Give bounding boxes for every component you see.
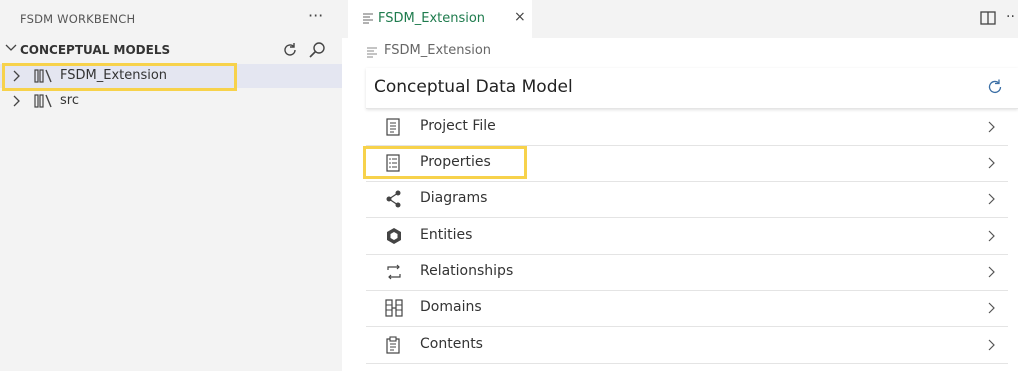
cube-icon bbox=[387, 228, 401, 244]
section-title: CONCEPTUAL MODELS bbox=[20, 43, 171, 57]
refresh-icon[interactable] bbox=[986, 78, 1004, 96]
tab-bar: FSDM_Extension × ·· bbox=[342, 0, 1018, 38]
tree-item-src[interactable]: src bbox=[0, 89, 342, 113]
list-item-label: Project File bbox=[420, 118, 496, 134]
chevron-right-icon bbox=[988, 121, 995, 133]
list-item-project-file[interactable]: Project File bbox=[366, 109, 1008, 146]
tree-item-fsdm-extension[interactable]: FSDM_Extension bbox=[0, 64, 342, 88]
ellipsis-icon[interactable]: ··· bbox=[308, 6, 323, 25]
document-icon bbox=[386, 118, 400, 136]
chevron-right-icon bbox=[988, 193, 995, 205]
list-item-label: Properties bbox=[420, 154, 491, 170]
chevron-right-icon[interactable] bbox=[12, 70, 22, 82]
close-icon[interactable]: × bbox=[514, 9, 526, 25]
list-item-diagrams[interactable]: Diagrams bbox=[366, 181, 1008, 218]
list-item-label: Domains bbox=[420, 299, 482, 315]
relationship-arrows-icon bbox=[387, 264, 401, 280]
list-item-entities[interactable]: Entities bbox=[366, 218, 1008, 255]
chevron-right-icon bbox=[988, 339, 995, 351]
library-icon bbox=[34, 94, 52, 108]
chevron-right-icon bbox=[988, 230, 995, 242]
chevron-right-icon bbox=[988, 157, 995, 169]
chevron-right-icon[interactable] bbox=[12, 95, 22, 107]
chevron-right-icon bbox=[988, 302, 995, 314]
clipboard-icon bbox=[386, 336, 400, 354]
tab-fsdm-extension[interactable]: FSDM_Extension × bbox=[348, 0, 532, 38]
list-item-label: Diagrams bbox=[420, 190, 488, 206]
page-title: Conceptual Data Model bbox=[374, 77, 573, 97]
tree-item-label: src bbox=[60, 93, 79, 108]
list-item-label: Contents bbox=[420, 336, 483, 352]
panel-header: Conceptual Data Model bbox=[366, 68, 1018, 109]
chevron-down-icon[interactable] bbox=[5, 42, 17, 54]
list-item-label: Entities bbox=[420, 227, 473, 243]
lines-icon bbox=[367, 47, 377, 58]
list-item-relationships[interactable]: Relationships bbox=[366, 254, 1008, 291]
sidebar-title: FSDM WORKBENCH bbox=[20, 12, 136, 26]
domain-grid-icon bbox=[385, 299, 403, 317]
tree-item-label: FSDM_Extension bbox=[60, 68, 168, 83]
split-editor-icon[interactable] bbox=[980, 10, 996, 26]
list-item-properties[interactable]: Properties bbox=[366, 145, 1008, 182]
list-item-label: Relationships bbox=[420, 263, 514, 279]
search-icon[interactable] bbox=[308, 41, 326, 59]
breadcrumb-label: FSDM_Extension bbox=[384, 43, 492, 58]
refresh-icon[interactable] bbox=[281, 41, 299, 59]
library-icon bbox=[34, 69, 52, 83]
list-item-domains[interactable]: Domains bbox=[366, 290, 1008, 327]
explorer-sidebar: FSDM WORKBENCH ··· CONCEPTUAL MODELS FSD… bbox=[0, 0, 342, 371]
list-icon bbox=[386, 154, 400, 172]
editor-area: FSDM_Extension × ·· FSDM_Extension Conce… bbox=[342, 0, 1018, 371]
list-item-contents[interactable]: Contents bbox=[366, 327, 1008, 364]
chevron-right-icon bbox=[988, 266, 995, 278]
conceptual-models-section[interactable]: CONCEPTUAL MODELS bbox=[0, 40, 342, 62]
lines-icon bbox=[363, 13, 373, 24]
share-nodes-icon bbox=[386, 190, 401, 208]
ellipsis-icon[interactable]: ·· bbox=[1006, 9, 1015, 25]
tab-label: FSDM_Extension bbox=[378, 11, 486, 26]
